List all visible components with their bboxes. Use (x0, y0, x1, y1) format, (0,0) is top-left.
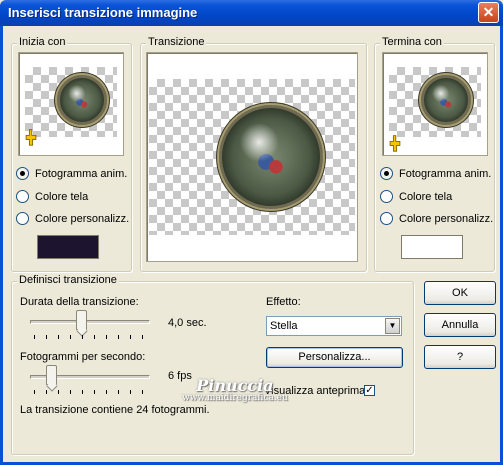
watermark: Pinuccia www.maidiregrafica.eu (182, 376, 288, 403)
window-frame-left (0, 26, 3, 465)
customize-button[interactable]: Personalizza... (266, 347, 403, 368)
start-option-custom[interactable]: Colore personalizz. (16, 212, 129, 225)
end-preview-ball (421, 75, 471, 125)
customize-button-label: Personalizza... (298, 351, 371, 363)
frame-count-summary: La transizione contiene 24 fotogrammi. (20, 404, 210, 416)
end-option-custom-label: Colore personalizz. (399, 212, 494, 225)
help-button-label: ? (456, 351, 464, 363)
define-group-label: Definisci transizione (17, 274, 119, 286)
end-option-canvas-label: Colore tela (399, 190, 453, 203)
fps-slider-ticks (34, 390, 152, 394)
hand-pointer-icon (389, 135, 401, 152)
end-option-frame[interactable]: Fotogramma anim. (380, 167, 491, 180)
end-radio-custom[interactable] (380, 212, 393, 225)
start-option-custom-label: Colore personalizz. (35, 212, 130, 225)
start-option-frame-label: Fotogramma anim. (35, 167, 128, 180)
effect-label: Effetto: (266, 296, 301, 308)
start-preview-ball (57, 75, 107, 125)
hand-pointer-icon (25, 129, 37, 146)
cancel-button-label: Annulla (441, 319, 479, 331)
ok-button-label: OK (452, 287, 468, 299)
fps-slider-thumb[interactable] (46, 365, 58, 385)
duration-slider-thumb[interactable] (76, 310, 88, 330)
duration-label: Durata della transizione: (20, 296, 139, 308)
end-radio-frame[interactable] (380, 167, 393, 180)
fps-label: Fotogrammi per secondo: (20, 351, 146, 363)
dropdown-arrow-icon[interactable]: ▼ (385, 318, 400, 334)
close-icon[interactable]: ✕ (478, 2, 499, 23)
end-color-swatch[interactable] (401, 235, 463, 259)
end-option-custom[interactable]: Colore personalizz. (380, 212, 493, 225)
start-radio-canvas[interactable] (16, 190, 29, 203)
end-option-frame-label: Fotogramma anim. (399, 167, 492, 180)
start-option-canvas[interactable]: Colore tela (16, 190, 88, 203)
start-radio-frame[interactable] (16, 167, 29, 180)
start-group-label: Inizia con (17, 36, 68, 48)
start-option-frame[interactable]: Fotogramma anim. (16, 167, 127, 180)
duration-slider-track[interactable] (30, 320, 150, 324)
transition-preview-ball (219, 105, 323, 209)
end-radio-canvas[interactable] (380, 190, 393, 203)
transition-preview (146, 52, 358, 262)
cancel-button[interactable]: Annulla (424, 313, 496, 337)
window-title: Inserisci transizione immagine (8, 5, 198, 20)
effect-select[interactable]: Stella ▼ (266, 316, 402, 336)
end-group-label: Termina con (380, 36, 444, 48)
transition-group-label: Transizione (146, 36, 207, 48)
check-icon: ✓ (365, 385, 374, 396)
duration-slider-ticks (34, 335, 152, 339)
watermark-site: www.maidiregrafica.eu (182, 393, 288, 403)
start-radio-custom[interactable] (16, 212, 29, 225)
start-option-canvas-label: Colore tela (35, 190, 89, 203)
title-bar: Inserisci transizione immagine ✕ (0, 0, 503, 26)
effect-select-value: Stella (270, 320, 298, 332)
ok-button[interactable]: OK (424, 281, 496, 305)
end-option-canvas[interactable]: Colore tela (380, 190, 452, 203)
start-color-swatch[interactable] (37, 235, 99, 259)
duration-value: 4,0 sec. (168, 317, 207, 329)
preview-checkbox[interactable]: ✓ (364, 385, 375, 396)
help-button[interactable]: ? (424, 345, 496, 369)
